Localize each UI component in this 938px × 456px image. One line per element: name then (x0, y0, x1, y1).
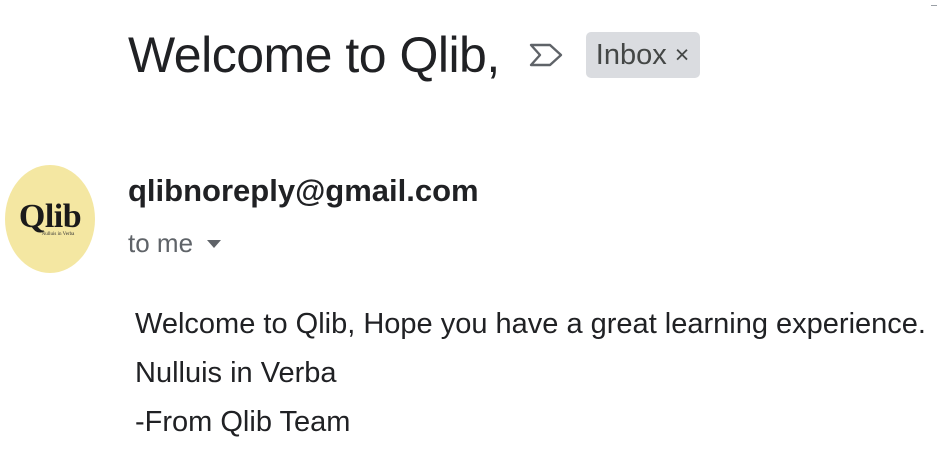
email-subject: Welcome to Qlib, (128, 27, 500, 83)
sender-address[interactable]: qlibnoreply@gmail.com (128, 173, 479, 209)
email-body-line: Nulluis in Verba (135, 357, 337, 389)
email-body-line: -From Qlib Team (135, 406, 351, 438)
subject-row: Welcome to Qlib, Inbox × (128, 20, 701, 90)
avatar-logo-text: Qlib (18, 198, 82, 235)
remove-label-icon[interactable]: × (675, 32, 690, 78)
email-body-line: Welcome to Qlib, Hope you have a great l… (135, 308, 926, 340)
inbox-label-chip: Inbox × (585, 32, 701, 78)
window-corner-mark (931, 5, 937, 6)
importance-marker-svg (529, 43, 562, 67)
caret-down-icon[interactable] (207, 239, 222, 248)
importance-marker-icon[interactable] (526, 40, 566, 70)
sender-avatar[interactable]: Qlib Nulluis in Verba (5, 165, 95, 273)
recipient-text: to me (128, 228, 194, 258)
recipient-details-toggle[interactable]: to me (128, 228, 222, 259)
inbox-label-text: Inbox (595, 38, 667, 71)
email-body: Welcome to Qlib, Hope you have a great l… (135, 300, 926, 447)
avatar-motto-text: Nulluis in Verba (41, 232, 75, 237)
